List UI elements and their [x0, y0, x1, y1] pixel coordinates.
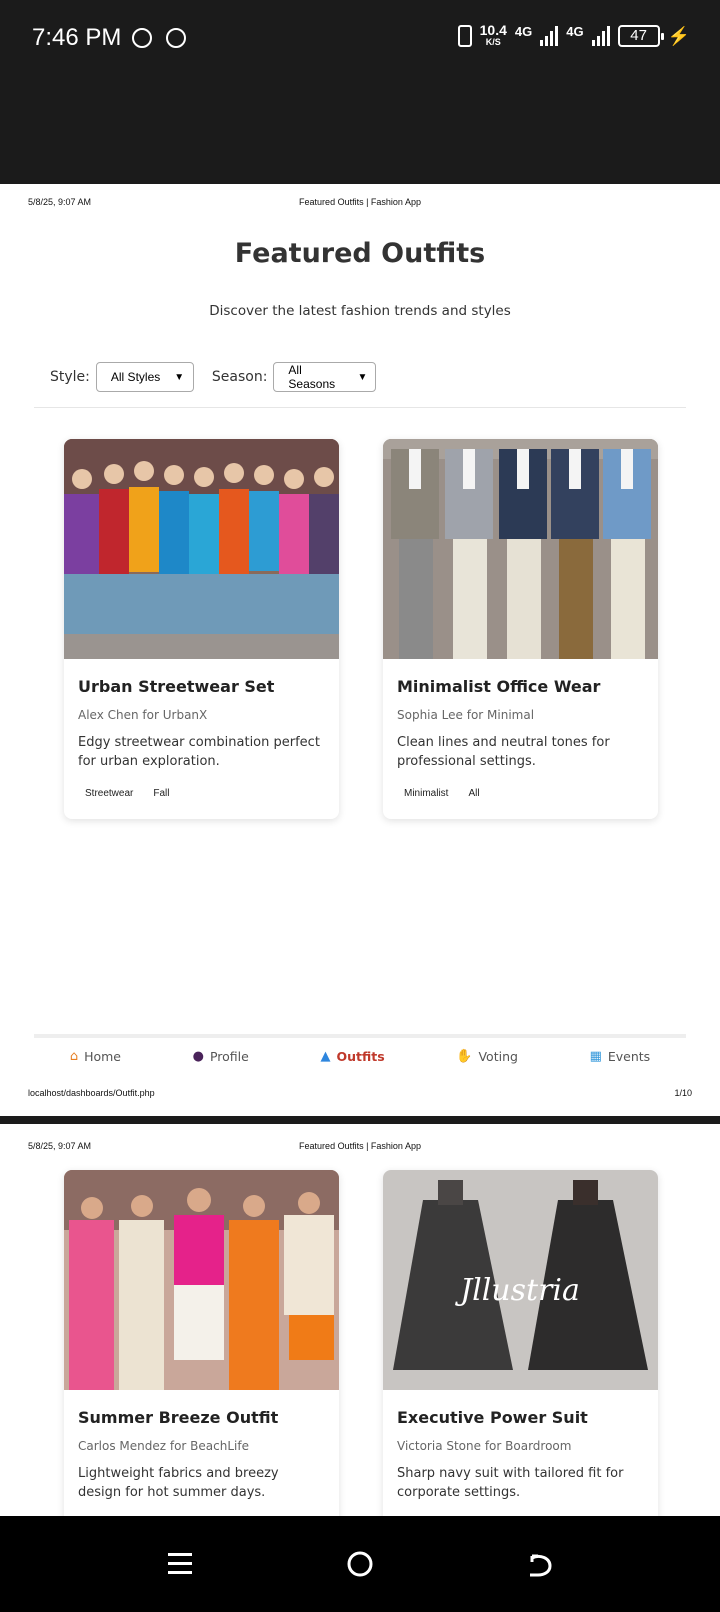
network-type-2: 4G	[566, 24, 584, 39]
status-time: 7:46 PM	[32, 24, 122, 51]
outfit-name: Urban Streetwear Set	[78, 677, 275, 696]
outfit-designer: Sophia Lee for Minimal	[397, 708, 535, 722]
outfit-designer: Victoria Stone for Boardroom	[397, 1439, 572, 1453]
style-tag: Streetwear	[78, 784, 141, 803]
season-filter-select[interactable]: All Seasons ▼	[273, 362, 377, 392]
system-nav-bar	[0, 1516, 720, 1612]
status-bar: 7:46 PM 10.4 K/S 4G 4G 47 ⚡	[0, 0, 720, 184]
chevron-down-icon: ▼	[174, 371, 185, 383]
image-watermark: Jllustria	[454, 1273, 580, 1308]
style-tag: Minimalist	[397, 784, 456, 803]
bottom-nav: ⌂ Home ● Profile ▲ Outfits ✋ Voting ▦ Ev…	[34, 1034, 686, 1074]
page-divider	[0, 1116, 720, 1124]
chat-notification-icon	[166, 28, 186, 48]
print-page-number: 1/10	[674, 1088, 692, 1098]
nav-item-home[interactable]: ⌂ Home	[70, 1049, 121, 1064]
filter-divider	[34, 407, 686, 408]
nav-item-profile[interactable]: ● Profile	[193, 1049, 249, 1064]
outfit-card[interactable]: Summer Breeze Outfit Carlos Mendez for B…	[64, 1170, 339, 1531]
nav-item-voting[interactable]: ✋ Voting	[456, 1049, 518, 1064]
style-filter-label: Style:	[50, 369, 90, 385]
outfit-description: Lightweight fabrics and breezy design fo…	[78, 1466, 279, 1500]
outfit-image: Jllustria	[383, 1170, 658, 1390]
season-filter-label: Season:	[211, 369, 268, 385]
network-speed: 10.4 K/S	[479, 22, 507, 47]
charging-icon: ⚡	[667, 25, 690, 46]
signal-icon	[540, 26, 559, 46]
outfit-image	[64, 439, 339, 659]
dress-icon: ▲	[320, 1048, 331, 1064]
print-page-title: Featured Outfits | Fashion App	[299, 197, 421, 207]
season-tag: All	[461, 784, 487, 803]
menu-icon[interactable]	[166, 1550, 194, 1578]
page-title: Featured Outfits	[234, 238, 486, 269]
vibrate-icon	[457, 25, 472, 47]
outfit-image	[64, 1170, 339, 1390]
chevron-down-icon: ▼	[357, 371, 368, 383]
signal-icon-2	[591, 26, 610, 46]
outfit-description: Clean lines and neutral tones for profes…	[397, 735, 610, 769]
print-page-title: Featured Outfits | Fashion App	[299, 1141, 421, 1151]
outfit-image	[383, 439, 658, 659]
outfit-designer: Carlos Mendez for BeachLife	[78, 1439, 249, 1453]
outfit-tags: Streetwear Fall	[78, 784, 325, 803]
battery-icon: 47	[617, 25, 664, 47]
outfit-name: Minimalist Office Wear	[397, 677, 601, 696]
season-tag: Fall	[146, 784, 177, 803]
outfit-description: Sharp navy suit with tailored fit for co…	[397, 1466, 624, 1500]
hand-icon: ✋	[456, 1048, 473, 1064]
nav-item-outfits[interactable]: ▲ Outfits	[320, 1049, 384, 1064]
page-subtitle: Discover the latest fashion trends and s…	[209, 303, 511, 319]
outfit-name: Summer Breeze Outfit	[78, 1408, 279, 1427]
person-icon: ●	[192, 1048, 204, 1064]
outfit-name: Executive Power Suit	[397, 1408, 588, 1427]
outfit-card[interactable]: Minimalist Office Wear Sophia Lee for Mi…	[383, 439, 658, 819]
home-icon[interactable]	[346, 1550, 374, 1578]
nav-item-events[interactable]: ▦ Events	[590, 1049, 651, 1064]
outfit-card[interactable]: Urban Streetwear Set Alex Chen for Urban…	[64, 439, 339, 819]
outfit-card[interactable]: Jllustria Executive Power Suit Victoria …	[383, 1170, 658, 1531]
style-filter-select[interactable]: All Styles ▼	[95, 362, 194, 392]
camera-notification-icon	[132, 28, 152, 48]
network-type-1: 4G	[514, 24, 533, 39]
house-icon: ⌂	[69, 1048, 79, 1064]
calendar-icon: ▦	[589, 1048, 602, 1064]
outfit-tags: Minimalist All	[397, 784, 644, 803]
print-url: localhost/dashboards/Outfit.php	[28, 1088, 155, 1098]
outfit-designer: Alex Chen for UrbanX	[78, 708, 208, 722]
filter-bar: Style: All Styles ▼ Season: All Seasons ▼	[50, 362, 377, 392]
outfit-description: Edgy streetwear combination perfect for …	[78, 735, 320, 769]
back-icon[interactable]	[526, 1550, 554, 1578]
